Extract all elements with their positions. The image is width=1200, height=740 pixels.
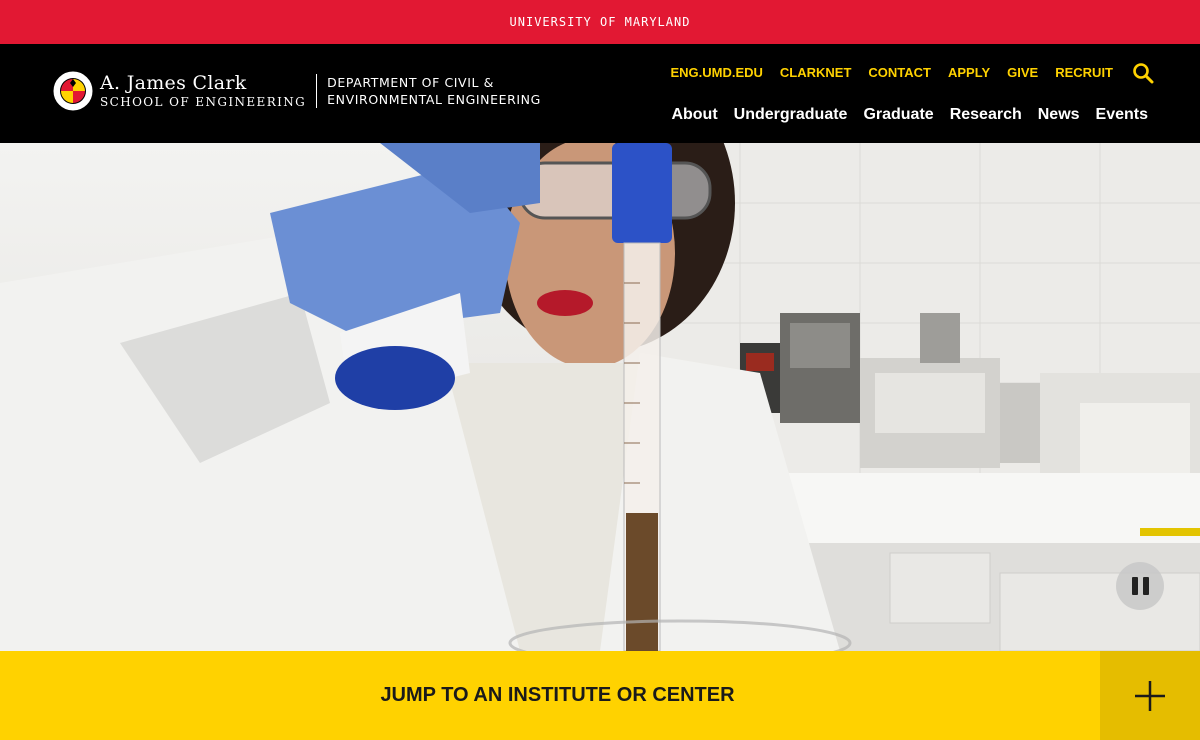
util-link-recruit[interactable]: RECRUIT	[1055, 65, 1113, 80]
school-logo[interactable]: A. James Clark SCHOOL OF ENGINEERING DEP…	[52, 70, 541, 112]
nav-news[interactable]: News	[1038, 106, 1080, 124]
department-name: DEPARTMENT OF CIVIL & ENVIRONMENTAL ENGI…	[327, 74, 541, 108]
util-link-give[interactable]: GIVE	[1007, 65, 1038, 80]
logo-divider	[316, 74, 318, 108]
university-bar: UNIVERSITY OF MARYLAND	[0, 0, 1200, 44]
pause-icon	[1131, 577, 1138, 595]
university-link[interactable]: UNIVERSITY OF MARYLAND	[510, 15, 691, 29]
hero-video-frame	[0, 143, 1200, 651]
site-header: A. James Clark SCHOOL OF ENGINEERING DEP…	[0, 44, 1200, 143]
hero-video[interactable]	[0, 143, 1200, 651]
pause-icon-bar	[1142, 577, 1149, 595]
util-link-eng[interactable]: ENG.UMD.EDU	[670, 65, 762, 80]
nav-about[interactable]: About	[671, 106, 717, 124]
nav-events[interactable]: Events	[1096, 106, 1148, 124]
school-name-line2: SCHOOL OF ENGINEERING	[100, 95, 307, 109]
institute-jump-bar: JUMP TO AN INSTITUTE OR CENTER	[0, 651, 1200, 740]
util-link-apply[interactable]: APPLY	[948, 65, 990, 80]
util-link-clarknet[interactable]: CLARKNET	[780, 65, 852, 80]
department-name-line2: ENVIRONMENTAL ENGINEERING	[327, 92, 541, 107]
school-name: A. James Clark SCHOOL OF ENGINEERING	[100, 72, 307, 109]
main-nav: About Undergraduate Graduate Research Ne…	[655, 106, 1148, 124]
search-icon[interactable]	[1132, 62, 1154, 84]
umd-seal-icon	[52, 70, 94, 112]
nav-research[interactable]: Research	[950, 106, 1022, 124]
nav-graduate[interactable]: Graduate	[863, 106, 933, 124]
utility-nav: ENG.UMD.EDU CLARKNET CONTACT APPLY GIVE …	[653, 65, 1113, 80]
jump-to-institute-button[interactable]: JUMP TO AN INSTITUTE OR CENTER	[0, 651, 1100, 740]
pause-button[interactable]	[1116, 562, 1164, 610]
expand-toggle-button[interactable]	[1100, 651, 1200, 740]
department-name-line1: DEPARTMENT OF CIVIL &	[327, 75, 494, 90]
school-name-line1: A. James Clark	[100, 72, 247, 94]
util-link-contact[interactable]: CONTACT	[868, 65, 931, 80]
nav-undergraduate[interactable]: Undergraduate	[734, 106, 848, 124]
plus-icon	[1135, 680, 1165, 711]
